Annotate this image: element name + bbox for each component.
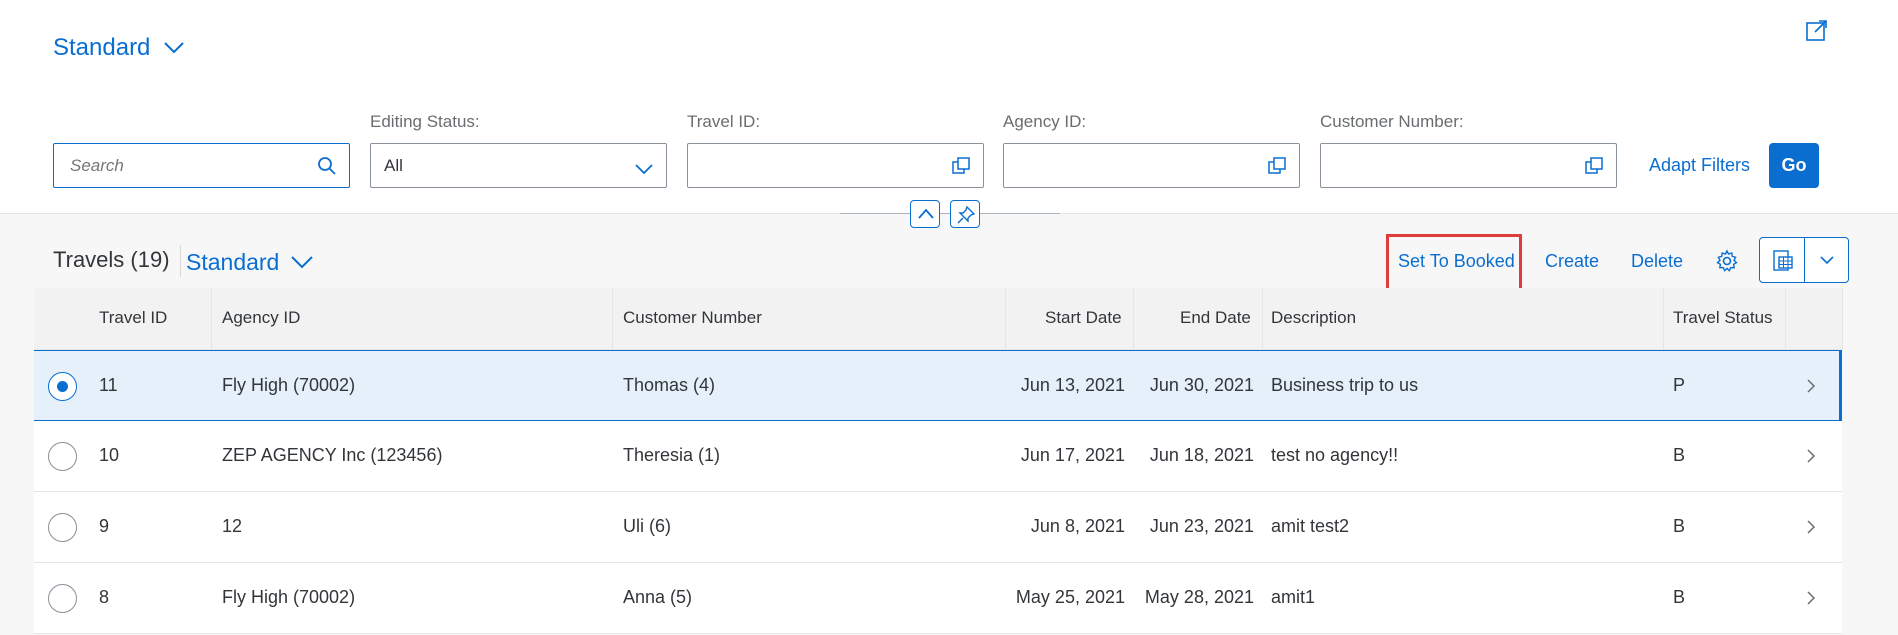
cell-description: test no agency!! xyxy=(1271,445,1399,465)
cell-travel-id: 11 xyxy=(99,375,118,395)
table-row[interactable]: 8 Fly High (70002) Anna (5) May 25, 2021… xyxy=(34,563,1842,634)
customer-number-field[interactable] xyxy=(1320,143,1617,188)
table-row[interactable]: 10 ZEP AGENCY Inc (123456) Theresia (1) … xyxy=(34,421,1842,492)
export-button-group xyxy=(1759,237,1849,283)
search-placeholder: Search xyxy=(70,156,124,175)
cell-travel-status: B xyxy=(1673,445,1686,465)
collapse-header-button[interactable] xyxy=(910,200,940,228)
row-select-radio[interactable] xyxy=(48,442,77,471)
cell-customer-number: Theresia (1) xyxy=(623,445,721,465)
table-variant-label: Standard xyxy=(186,249,280,275)
filter-bar-header: Standard Search Editing Status: All Trav… xyxy=(0,0,1898,214)
row-navigation-icon[interactable] xyxy=(1805,447,1817,465)
set-to-booked-button[interactable]: Set To Booked xyxy=(1398,251,1515,272)
table-variant-selector[interactable]: Standard xyxy=(186,249,314,276)
chevron-down-icon xyxy=(164,42,185,54)
row-select-radio[interactable] xyxy=(48,513,77,542)
cell-travel-id: 8 xyxy=(99,587,110,607)
table-row[interactable]: 9 12 Uli (6) Jun 8, 2021 Jun 23, 2021 am… xyxy=(34,492,1842,563)
column-divider xyxy=(612,288,613,350)
agency-id-label: Agency ID: xyxy=(1003,112,1087,131)
column-header-travel-status[interactable]: Travel Status xyxy=(1673,308,1773,328)
cell-travel-status: P xyxy=(1673,375,1686,395)
cell-agency-id: Fly High (70002) xyxy=(222,587,356,607)
table-title: Travels (19) xyxy=(53,247,170,272)
chevron-down-icon xyxy=(635,164,653,175)
cell-description: amit test2 xyxy=(1271,516,1350,536)
cell-travel-id: 10 xyxy=(99,445,120,465)
travels-table: Travel ID Agency ID Customer Number Star… xyxy=(34,288,1843,634)
column-header-customer-number[interactable]: Customer Number xyxy=(623,308,762,328)
go-button[interactable]: Go xyxy=(1769,143,1819,188)
cell-end-date: Jun 30, 2021 xyxy=(1149,375,1254,395)
row-navigation-icon[interactable] xyxy=(1805,377,1817,395)
search-input[interactable]: Search xyxy=(53,143,350,188)
travel-id-label: Travel ID: xyxy=(687,112,761,131)
column-header-end-date[interactable]: End Date xyxy=(1180,308,1251,328)
search-icon[interactable] xyxy=(317,156,337,176)
cell-customer-number: Thomas (4) xyxy=(623,375,716,395)
column-header-agency-id[interactable]: Agency ID xyxy=(222,308,300,328)
table-header-row: Travel ID Agency ID Customer Number Star… xyxy=(34,288,1843,350)
selection-indicator xyxy=(1839,351,1842,420)
cell-agency-id: 12 xyxy=(222,516,243,536)
page-variant-selector[interactable]: Standard xyxy=(53,34,185,62)
pin-icon xyxy=(957,206,975,224)
column-header-travel-id[interactable]: Travel ID xyxy=(99,308,167,328)
column-divider xyxy=(1005,288,1006,350)
column-divider xyxy=(1663,288,1664,350)
pin-header-button[interactable] xyxy=(950,200,980,228)
collapse-up-icon xyxy=(918,208,934,219)
customer-number-label: Customer Number: xyxy=(1320,112,1464,131)
cell-travel-id: 9 xyxy=(99,516,110,536)
editing-status-label: Editing Status: xyxy=(370,112,480,131)
cell-end-date: Jun 18, 2021 xyxy=(1149,445,1254,465)
value-help-icon[interactable] xyxy=(951,156,971,176)
cell-end-date: May 28, 2021 xyxy=(1144,587,1254,607)
page-variant-label: Standard xyxy=(53,34,151,61)
column-divider xyxy=(211,288,212,350)
share-icon[interactable] xyxy=(1805,18,1829,42)
cell-agency-id: Fly High (70002) xyxy=(222,375,356,395)
cell-travel-status: B xyxy=(1673,587,1686,607)
chevron-down-icon[interactable] xyxy=(1820,256,1834,265)
cell-start-date: Jun 13, 2021 xyxy=(1020,375,1125,395)
editing-status-value: All xyxy=(384,156,403,175)
row-select-radio[interactable] xyxy=(48,372,77,401)
cell-customer-number: Uli (6) xyxy=(623,516,671,536)
delete-button[interactable]: Delete xyxy=(1631,251,1683,272)
cell-start-date: May 25, 2021 xyxy=(1015,587,1125,607)
column-header-start-date[interactable]: Start Date xyxy=(1045,308,1122,328)
cell-start-date: Jun 8, 2021 xyxy=(1030,516,1125,536)
adapt-filters-button[interactable]: Adapt Filters xyxy=(1649,155,1750,176)
table-row[interactable]: 11 Fly High (70002) Thomas (4) Jun 13, 2… xyxy=(34,350,1842,421)
column-divider xyxy=(1262,288,1263,350)
cell-end-date: Jun 23, 2021 xyxy=(1149,516,1254,536)
cell-travel-status: B xyxy=(1673,516,1686,536)
agency-id-field[interactable] xyxy=(1003,143,1300,188)
column-divider xyxy=(1785,288,1786,350)
export-spreadsheet-icon[interactable] xyxy=(1771,249,1795,273)
value-help-icon[interactable] xyxy=(1267,156,1287,176)
toolbar-separator xyxy=(180,245,181,277)
export-divider xyxy=(1804,238,1805,282)
cell-agency-id: ZEP AGENCY Inc (123456) xyxy=(222,445,443,465)
settings-icon[interactable] xyxy=(1715,249,1739,273)
column-divider xyxy=(1842,288,1843,350)
editing-status-select[interactable]: All xyxy=(370,143,667,188)
column-header-description[interactable]: Description xyxy=(1271,308,1356,328)
cell-customer-number: Anna (5) xyxy=(623,587,693,607)
row-select-radio[interactable] xyxy=(48,584,77,613)
cell-description: amit1 xyxy=(1271,587,1316,607)
cell-description: Business trip to us xyxy=(1271,375,1419,395)
chevron-down-icon xyxy=(291,256,314,269)
row-navigation-icon[interactable] xyxy=(1805,589,1817,607)
cell-start-date: Jun 17, 2021 xyxy=(1020,445,1125,465)
value-help-icon[interactable] xyxy=(1584,156,1604,176)
travel-id-field[interactable] xyxy=(687,143,984,188)
row-navigation-icon[interactable] xyxy=(1805,518,1817,536)
create-button[interactable]: Create xyxy=(1545,251,1599,272)
column-divider xyxy=(1133,288,1134,350)
